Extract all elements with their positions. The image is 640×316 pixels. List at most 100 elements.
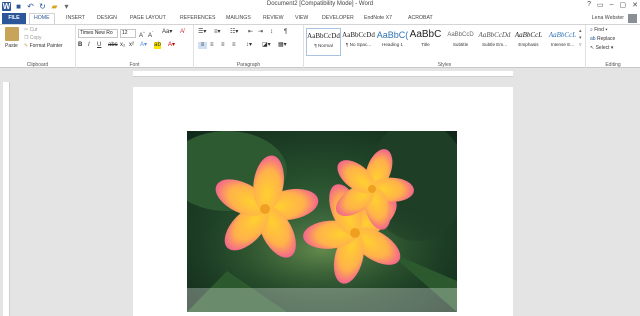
style-preview: AaBbCcL [548, 31, 577, 39]
styles-group: AaBbCcDd ¶ Normal AaBbCcDd ¶ No Spac... Aa… [304, 25, 586, 69]
replace-label: Replace [596, 36, 616, 42]
style-preview: AaBbCcL [514, 31, 543, 39]
tab-references[interactable]: REFERENCES [180, 13, 215, 24]
font-group: Times New Ro 12 A^ Aˇ Aa▾ A̸ B I U abc x… [76, 25, 194, 69]
select-button[interactable]: ↖ Select ▾ [590, 45, 613, 52]
sort-icon[interactable]: ↕ [270, 29, 273, 36]
window-title: Document2 [Compatibility Mode] - Word [266, 1, 374, 7]
cut-label: Cut [29, 27, 38, 33]
font-name-box[interactable]: Times New Ro [78, 29, 118, 38]
line-spacing-icon[interactable]: ↕▾ [246, 42, 252, 49]
find-label: Find [594, 27, 604, 33]
strikethrough-icon[interactable]: abc [108, 42, 118, 49]
avatar[interactable] [628, 14, 637, 23]
align-center-icon[interactable]: ≡ [210, 42, 214, 49]
user-name[interactable]: Lena Webster [592, 13, 624, 24]
numbering-icon[interactable]: ≡▾ [214, 29, 221, 36]
style-subtitle[interactable]: AaBbCcD Subtitle [443, 28, 478, 56]
style-name: Subtle Em... [481, 42, 508, 47]
style-subtle-emphasis[interactable]: AaBbCcDd Subtle Em... [477, 28, 512, 56]
style-preview: AaBbC( [376, 30, 409, 40]
tab-review[interactable]: REVIEW [263, 13, 283, 24]
cut-button[interactable]: ✂ Cut [24, 27, 37, 34]
show-paragraph-marks-icon[interactable]: ¶ [284, 29, 287, 36]
paste-icon[interactable] [5, 27, 19, 41]
style-heading-1[interactable]: AaBbC( Heading 1 [375, 28, 410, 56]
format-painter-button[interactable]: ✎ Format Painter [24, 43, 63, 50]
editing-group: ⌕ Find ▾ ab Replace ↖ Select ▾ Editing [586, 25, 640, 69]
tab-view[interactable]: VIEW [295, 13, 308, 24]
ribbon: Paste ✂ Cut ❐ Copy ✎ Format Painter Clip… [0, 24, 640, 69]
style-name: Heading 1 [382, 42, 403, 47]
style-preview: AaBbCcD [447, 32, 474, 38]
tab-endnote[interactable]: EndNote X7 [364, 13, 392, 24]
find-button[interactable]: ⌕ Find ▾ [590, 27, 607, 34]
shading-icon[interactable]: ◪▾ [262, 42, 271, 49]
style-preview: AaBbC [409, 29, 442, 40]
tab-acrobat[interactable]: ACROBAT [408, 13, 433, 24]
style-emphasis[interactable]: AaBbCcL Emphasis [511, 28, 546, 56]
horizontal-ruler[interactable] [133, 71, 513, 77]
style-name: Intense E... [550, 42, 575, 47]
change-case-icon[interactable]: Aa▾ [162, 29, 172, 36]
align-left-icon[interactable]: ≡ [198, 42, 207, 49]
style-normal[interactable]: AaBbCcDd ¶ Normal [306, 28, 341, 56]
window-controls: ? ▭ – ▢ ✕ [587, 1, 638, 9]
styles-scroll-icon[interactable]: ▴ ▾ ▿ [579, 28, 582, 49]
style-name: Subtitle [452, 42, 469, 47]
style-preview: AaBbCcDd [478, 31, 511, 39]
ribbon-display-button[interactable]: ▭ [597, 1, 604, 9]
highlight-icon[interactable]: ab [154, 42, 161, 49]
underline-icon[interactable]: U [97, 42, 101, 49]
style-preview: AaBbCcDd [307, 32, 340, 40]
tab-mailings[interactable]: MAILINGS [226, 13, 251, 24]
replace-icon: ab [590, 36, 597, 42]
style-title[interactable]: AaBbC Title [408, 28, 443, 56]
title-bar: W ■ ↶ ↻ ▰ ▾ Document2 [Compatibility Mod… [0, 0, 640, 13]
shrink-font-icon[interactable]: Aˇ [148, 29, 153, 40]
copy-label: Copy [29, 35, 42, 41]
minimize-button[interactable]: – [610, 1, 614, 9]
replace-button[interactable]: ab Replace [590, 36, 615, 43]
justify-icon[interactable]: ≡ [232, 42, 236, 49]
tab-page-layout[interactable]: PAGE LAYOUT [130, 13, 166, 24]
multilevel-list-icon[interactable]: ☷▾ [230, 29, 238, 36]
close-button[interactable]: ✕ [632, 1, 638, 9]
bullets-icon[interactable]: ☰▾ [198, 29, 206, 36]
plumeria-flower-image[interactable] [187, 131, 457, 312]
style-name: Emphasis [518, 42, 539, 47]
copy-button[interactable]: ❐ Copy [24, 35, 42, 42]
borders-icon[interactable]: ▦▾ [278, 42, 287, 49]
tab-file[interactable]: FILE [2, 13, 26, 24]
format-painter-label: Format Painter [29, 43, 63, 49]
font-color-icon[interactable]: A▾ [168, 42, 175, 49]
paste-button[interactable]: Paste [5, 43, 18, 50]
paragraph-group: ☰▾ ≡▾ ☷▾ ⇤ ⇥ ↕ ¶ ≡ ≡ ≡ ≡ ↕▾ ◪▾ ▦▾ Paragr… [194, 25, 304, 69]
ribbon-tabs: FILE HOME INSERT DESIGN PAGE LAYOUT REFE… [0, 13, 640, 24]
style-intense-emphasis[interactable]: AaBbCcL Intense E... [545, 28, 580, 56]
style-no-spacing[interactable]: AaBbCcDd ¶ No Spac... [341, 28, 376, 56]
clear-formatting-icon[interactable]: A̸ [180, 29, 184, 36]
decrease-indent-icon[interactable]: ⇤ [248, 29, 253, 36]
superscript-icon[interactable]: x² [129, 42, 134, 49]
tab-developer[interactable]: DEVELOPER [322, 13, 354, 24]
help-button[interactable]: ? [587, 1, 591, 9]
style-name: ¶ Normal [314, 43, 333, 48]
text-effects-icon[interactable]: A▾ [140, 42, 147, 49]
bold-icon[interactable]: B [78, 42, 82, 49]
align-right-icon[interactable]: ≡ [221, 42, 225, 49]
tab-design[interactable]: DESIGN [97, 13, 117, 24]
flower-illustration [187, 131, 457, 312]
style-preview: AaBbCcDd [342, 31, 375, 39]
font-size-box[interactable]: 12 [120, 29, 136, 38]
style-name: ¶ No Spac... [345, 42, 372, 47]
tab-insert[interactable]: INSERT [66, 13, 85, 24]
subscript-icon[interactable]: x₂ [120, 42, 125, 49]
maximize-button[interactable]: ▢ [620, 1, 627, 9]
clipboard-group: Paste ✂ Cut ❐ Copy ✎ Format Painter Clip… [0, 25, 76, 69]
grow-font-icon[interactable]: A^ [139, 29, 145, 40]
tab-home[interactable]: HOME [29, 13, 55, 24]
vertical-ruler[interactable] [3, 82, 10, 316]
italic-icon[interactable]: I [88, 42, 90, 49]
increase-indent-icon[interactable]: ⇥ [258, 29, 263, 36]
